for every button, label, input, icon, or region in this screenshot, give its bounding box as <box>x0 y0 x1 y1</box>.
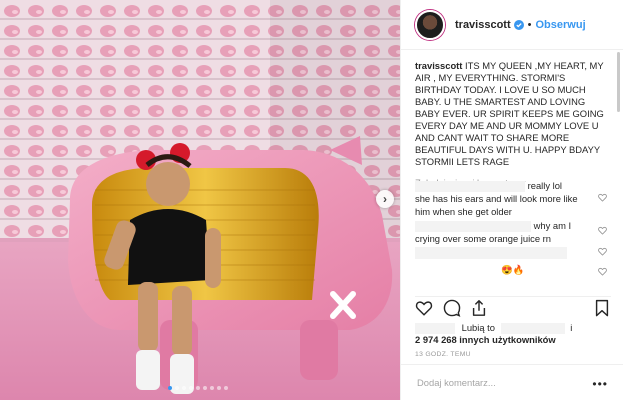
redacted-liker <box>415 323 455 335</box>
comment-item: really lol <box>415 179 605 193</box>
likes-suffix: i <box>570 322 573 333</box>
redacted-username <box>415 181 525 193</box>
carousel-dot[interactable] <box>196 386 200 390</box>
carousel-next-button[interactable]: › <box>376 190 394 208</box>
post-side-panel: travisscott • Obserwuj travisscott ITS M… <box>400 0 623 400</box>
comment-like-heart-icon[interactable] <box>598 247 607 256</box>
comment-item: 😍🔥 <box>501 263 524 276</box>
redacted-username <box>415 246 567 259</box>
redacted-username <box>415 221 531 233</box>
carousel-indicator <box>168 386 228 390</box>
add-comment-bar: ••• <box>401 364 623 400</box>
redacted-liker <box>500 323 565 335</box>
comment-item: why am I crying over some orange juice r… <box>415 219 590 245</box>
bookmark-icon[interactable] <box>593 299 611 317</box>
share-icon[interactable] <box>470 299 488 317</box>
comment-emoji-text: 😍🔥 <box>501 264 525 275</box>
comment-text: really lol <box>527 180 562 191</box>
photo-illustration <box>0 0 400 400</box>
post-action-bar <box>415 296 611 318</box>
carousel-dot[interactable] <box>203 386 207 390</box>
post-timestamp[interactable]: 13 GODZ. TEMU <box>415 351 471 358</box>
comments-scrollbar[interactable] <box>617 52 620 242</box>
comment-item <box>415 245 567 259</box>
follow-button[interactable]: Obserwuj <box>536 19 586 31</box>
avatar[interactable] <box>415 9 445 40</box>
carousel-dot[interactable] <box>168 386 172 390</box>
more-options-button[interactable]: ••• <box>592 377 608 391</box>
username-link[interactable]: travisscott <box>455 19 511 31</box>
carousel-dot[interactable] <box>217 386 221 390</box>
caption: travisscott ITS MY QUEEN ,MY HEART, MY A… <box>415 60 605 168</box>
comment-like-heart-icon[interactable] <box>598 193 607 202</box>
heart-icon[interactable] <box>415 299 433 317</box>
caption-username[interactable]: travisscott <box>415 60 462 71</box>
carousel-dot[interactable] <box>175 386 179 390</box>
caption-text: ITS MY QUEEN ,MY HEART, MY AIR , MY EVER… <box>415 60 604 167</box>
comment-bubble-icon[interactable] <box>443 299 461 317</box>
comment-like-heart-icon[interactable] <box>598 267 607 276</box>
post-photo[interactable]: › <box>0 0 400 400</box>
carousel-dot[interactable] <box>189 386 193 390</box>
likes-summary: Lubią to i 2 974 268 innych użytkowników <box>415 322 572 346</box>
likes-count-link[interactable]: 2 974 268 innych użytkowników <box>415 334 556 345</box>
carousel-dot[interactable] <box>182 386 186 390</box>
separator-dot: • <box>527 18 532 31</box>
comment-text: she has his ears and will look more like… <box>415 193 578 217</box>
post-header: travisscott • Obserwuj <box>401 0 623 50</box>
comment-item: she has his ears and will look more like… <box>415 192 590 218</box>
caption-block: travisscott ITS MY QUEEN ,MY HEART, MY A… <box>415 60 605 189</box>
comment-like-heart-icon[interactable] <box>598 226 607 235</box>
carousel-dot[interactable] <box>224 386 228 390</box>
add-comment-input[interactable] <box>417 377 587 388</box>
likes-prefix: Lubią to <box>461 322 495 333</box>
verified-badge-icon <box>513 19 524 30</box>
carousel-dot[interactable] <box>210 386 214 390</box>
